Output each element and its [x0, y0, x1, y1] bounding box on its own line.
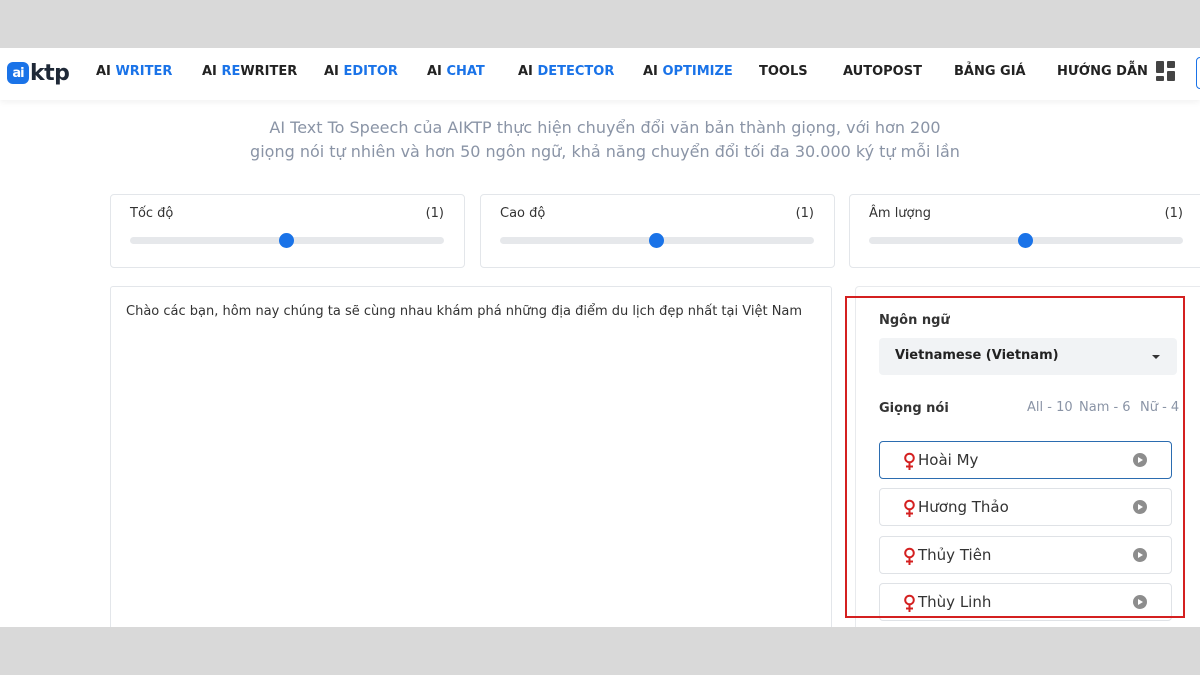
pitch-slider-card: Cao độ (1) — [480, 194, 835, 268]
volume-slider[interactable] — [869, 233, 1183, 248]
text-input-area[interactable]: Chào các bạn, hôm nay chúng ta sẽ cùng n… — [110, 286, 832, 627]
logo-badge: ai — [7, 62, 29, 84]
nav-ai-editor[interactable]: AI EDITOR — [324, 64, 398, 79]
logo-text: ktp — [30, 60, 70, 86]
pitch-slider-thumb[interactable] — [649, 233, 664, 248]
nav-ai-writer[interactable]: AI WRITER — [96, 64, 172, 79]
account-button[interactable] — [1196, 57, 1200, 89]
pitch-value: (1) — [795, 206, 814, 221]
highlight-annotation-box — [845, 296, 1185, 618]
pitch-label: Cao độ — [500, 206, 546, 221]
volume-slider-thumb[interactable] — [1018, 233, 1033, 248]
aiktp-logo[interactable]: ai ktp — [7, 58, 70, 88]
speed-label: Tốc độ — [130, 206, 174, 221]
speed-slider[interactable] — [130, 233, 444, 248]
nav-tools[interactable]: TOOLS — [759, 64, 808, 79]
nav-ai-detector[interactable]: AI DETECTOR — [518, 64, 614, 79]
speed-slider-thumb[interactable] — [279, 233, 294, 248]
page: ai ktp AI WRITER AI REWRITER AI EDITOR A… — [0, 48, 1200, 627]
nav-guide[interactable]: HƯỚNG DẪN — [1057, 64, 1148, 79]
volume-value: (1) — [1164, 206, 1183, 221]
nav-pricing[interactable]: BẢNG GIÁ — [954, 64, 1026, 79]
top-navigation: ai ktp AI WRITER AI REWRITER AI EDITOR A… — [0, 48, 1200, 100]
volume-label: Âm lượng — [869, 206, 931, 221]
pitch-slider[interactable] — [500, 233, 814, 248]
nav-ai-rewriter[interactable]: AI REWRITER — [202, 64, 297, 79]
speed-value: (1) — [425, 206, 444, 221]
volume-slider-card: Âm lượng (1) — [849, 194, 1200, 268]
nav-ai-chat[interactable]: AI CHAT — [427, 64, 485, 79]
nav-autopost[interactable]: AUTOPOST — [843, 64, 922, 79]
nav-ai-optimize[interactable]: AI OPTIMIZE — [643, 64, 733, 79]
speed-slider-card: Tốc độ (1) — [110, 194, 465, 268]
dashboard-grid-icon[interactable] — [1156, 61, 1176, 81]
page-description: AI Text To Speech của AIKTP thực hiện ch… — [250, 118, 960, 161]
input-text[interactable]: Chào các bạn, hôm nay chúng ta sẽ cùng n… — [126, 304, 802, 319]
